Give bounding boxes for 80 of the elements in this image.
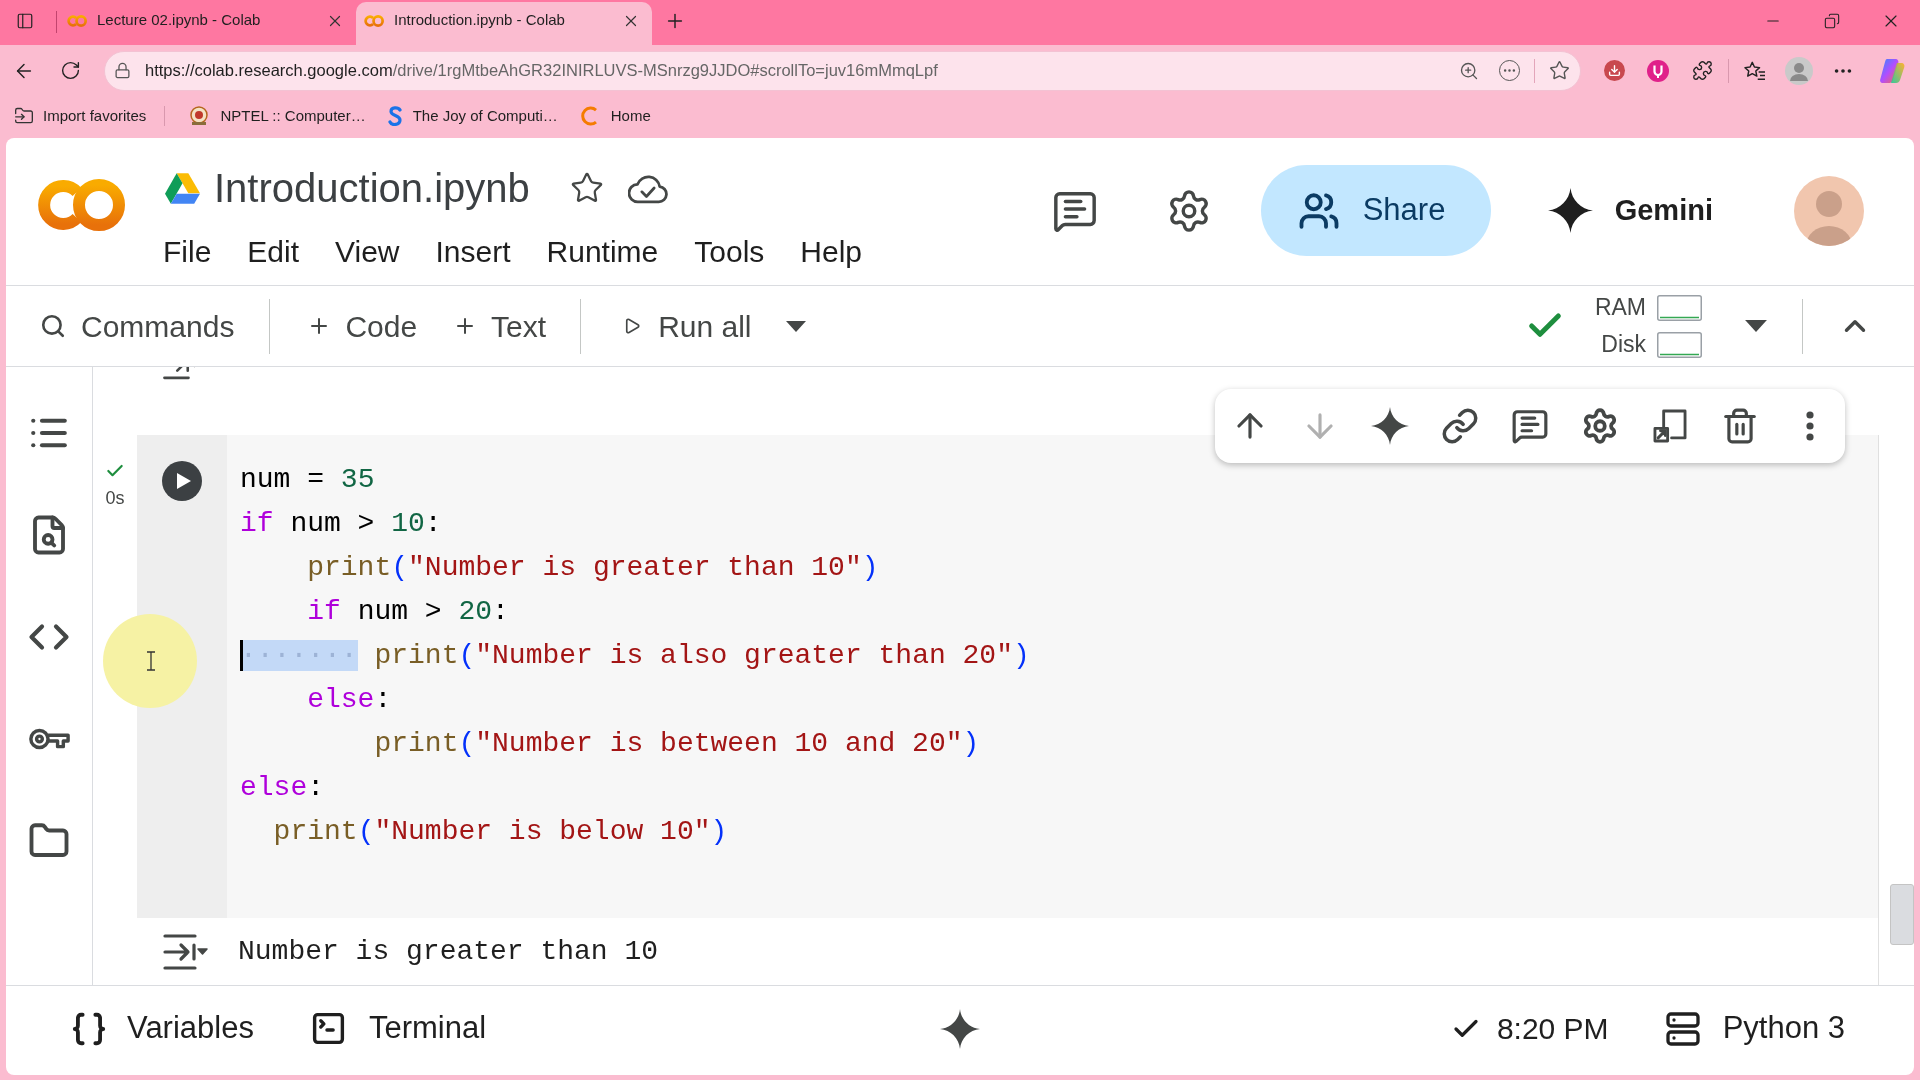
menu-item[interactable]: Help — [800, 237, 863, 267]
url-text: https://colab.research.google.com/drive/1rgMtbeAhGR32INIRLUVS-MSnrzg9JJDO#scrollTo=juv16mMmqLpf — [145, 60, 938, 82]
sparkle-icon — [1547, 188, 1593, 233]
menu-item[interactable]: View — [335, 237, 400, 267]
favicon-icon — [67, 13, 87, 28]
reload-icon[interactable] — [59, 60, 81, 81]
last-run-button[interactable]: 8:20 PM — [1450, 1006, 1609, 1051]
menu-item[interactable]: Edit — [247, 237, 300, 267]
triangle-logo-icon — [165, 172, 200, 204]
bookmark[interactable]: Home — [575, 104, 655, 128]
sparkle-icon — [1371, 407, 1409, 445]
text-cursor-icon — [146, 651, 156, 671]
menu-item[interactable]: Tools — [694, 237, 765, 267]
code-editor[interactable]: num = 35 if num > 10: print("Number is greater than 10") if num > 20: ······· print("Number is also greater than 20") else: print("Number is between 10 and 20") else: print("Number is below 10") — [227, 435, 1878, 918]
code-line: print("Number is below 10") — [272, 815, 728, 849]
resource-label: Disk — [1601, 330, 1646, 360]
favicon-icon — [364, 13, 384, 28]
terminal-button[interactable]: Terminal — [309, 1005, 487, 1052]
output-text: Number is greater than 10 — [238, 934, 659, 969]
import-icon — [14, 106, 34, 126]
play-icon — [623, 316, 642, 336]
key-icon[interactable] — [28, 726, 70, 752]
server-icon — [1664, 1010, 1701, 1047]
commands-button[interactable]: Commands — [40, 303, 235, 349]
scrollbar-thumb[interactable] — [1890, 884, 1914, 945]
star-icon[interactable] — [569, 171, 604, 205]
zoom-icon[interactable] — [1459, 60, 1479, 81]
code-line: else: — [306, 683, 392, 717]
add-code-button[interactable]: Code — [307, 303, 418, 349]
code-line: print("Number is between 10 and 20") — [373, 727, 980, 761]
browser-tab[interactable]: Introduction.ipynb - Colab — [356, 2, 652, 45]
bookmark[interactable]: Import favorites — [14, 104, 147, 128]
bookmark[interactable]: The Joy of Computi… — [383, 104, 562, 128]
output-icon — [162, 931, 208, 972]
code-line: if num > 10: — [240, 507, 442, 541]
star-icon[interactable] — [1549, 60, 1570, 81]
code-line: if num > 20: — [306, 595, 509, 629]
menu-item[interactable]: Insert — [435, 237, 511, 267]
usage-meter-icon — [1657, 294, 1702, 321]
usage-meter-icon — [1657, 331, 1702, 358]
code-line: else: — [240, 771, 325, 805]
favorites-icon[interactable] — [1744, 60, 1766, 81]
page-arrow-icon — [1651, 407, 1689, 445]
code-line: print("Number is greater than 10") — [306, 551, 879, 585]
colorful-logo-icon[interactable] — [1879, 57, 1905, 84]
code-line: ······· print("Number is also greater than 20") — [240, 639, 1030, 673]
settings-icon — [1581, 407, 1619, 445]
restore-icon[interactable] — [1823, 13, 1840, 29]
dropdown-caret-icon[interactable] — [1745, 320, 1767, 332]
lock-icon — [114, 62, 131, 79]
menu-item[interactable]: Runtime — [546, 237, 659, 267]
search-icon — [40, 313, 66, 339]
gemini-sparkle-icon[interactable] — [940, 1008, 980, 1049]
execution-time: 0s — [105, 488, 125, 508]
runtime-button[interactable]: Python 3 — [1664, 1005, 1845, 1052]
trash-icon — [1721, 407, 1759, 445]
code-line: num = 35 — [240, 463, 375, 497]
bookmark[interactable]: NPTEL :: Computer… — [185, 104, 370, 128]
address-bar[interactable]: https://colab.research.google.com/drive/1rgMtbeAhGR32INIRLUVS-MSnrzg9JJDO#scrollTo=juv16mMmqLpf — [104, 50, 1581, 91]
browser-tab[interactable]: Lecture 02.ipynb - Colab — [60, 2, 356, 45]
comment-icon — [1511, 407, 1549, 445]
add-text-button[interactable]: Text — [453, 303, 547, 349]
resource-label: RAM — [1594, 293, 1646, 323]
extension-icon[interactable] — [1647, 59, 1669, 82]
run-cell-button[interactable] — [162, 461, 202, 501]
notebook-title[interactable]: Introduction.ipynb — [214, 168, 530, 208]
share-button[interactable]: Share — [1260, 165, 1491, 256]
download-extension-icon[interactable] — [1603, 60, 1625, 81]
menu-item[interactable]: File — [163, 237, 212, 267]
link-icon — [1441, 407, 1479, 445]
play-icon — [176, 473, 191, 489]
variables-button[interactable]: Variables — [70, 1005, 254, 1052]
emblem-icon — [189, 106, 210, 126]
sidebar-toggle-icon[interactable] — [16, 12, 34, 30]
more-icon — [1806, 411, 1814, 441]
s-curve-logo-icon — [387, 106, 402, 126]
extensions-icon[interactable] — [1691, 60, 1713, 81]
gemini-button[interactable]: Gemini — [1547, 188, 1713, 233]
run-all-button[interactable]: Run all — [623, 303, 752, 349]
dropdown-caret-icon[interactable] — [785, 320, 806, 332]
